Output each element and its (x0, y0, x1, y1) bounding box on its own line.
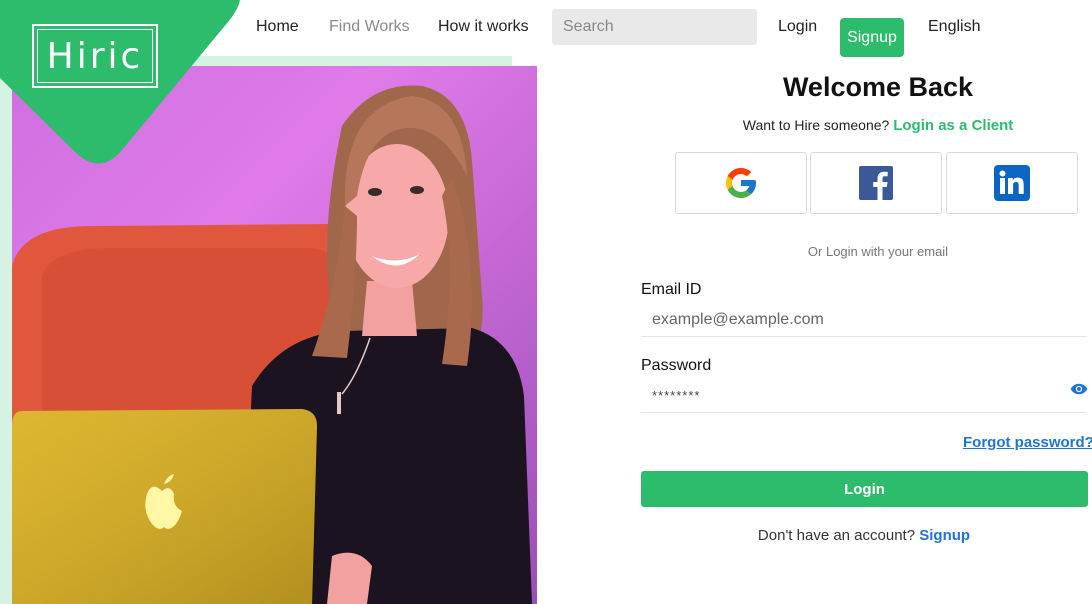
linkedin-icon (994, 165, 1030, 201)
no-account-text: Don't have an account? (757, 527, 916, 544)
page-title: Welcome Back (782, 72, 974, 102)
nav-how-it-works-link[interactable]: How it works (438, 18, 529, 36)
signup-link[interactable]: Signup (919, 527, 970, 544)
login-as-client-link[interactable]: Login as a Client (893, 117, 1013, 134)
login-button[interactable]: Login (641, 471, 1088, 507)
nav-signup-button[interactable]: Signup (840, 18, 904, 57)
linkedin-login-button[interactable] (946, 152, 1078, 214)
password-label: Password (641, 357, 712, 374)
facebook-icon (859, 166, 893, 200)
search-input[interactable] (552, 9, 757, 45)
nav-find-works-link[interactable]: Find Works (329, 18, 410, 36)
nav-home-link[interactable]: Home (256, 18, 299, 36)
google-icon (726, 168, 756, 198)
hire-prompt-text: Want to Hire someone? (742, 117, 890, 133)
password-field[interactable] (641, 379, 1086, 413)
forgot-password-link[interactable]: Forgot password? (963, 434, 1092, 451)
top-nav: Home Find Works How it works Login Signu… (0, 0, 1092, 57)
nav-login-link[interactable]: Login (778, 18, 817, 36)
google-login-button[interactable] (675, 152, 807, 214)
or-divider-text: Or Login with your email (807, 244, 949, 259)
language-selector[interactable]: English (928, 18, 980, 36)
show-password-eye-icon[interactable] (1070, 382, 1088, 396)
email-field[interactable] (641, 303, 1086, 337)
hire-prompt: Want to Hire someone? Login as a Client (640, 117, 1092, 134)
facebook-login-button[interactable] (810, 152, 942, 214)
signup-prompt: Don't have an account? Signup (640, 527, 1088, 544)
email-label: Email ID (641, 281, 702, 298)
